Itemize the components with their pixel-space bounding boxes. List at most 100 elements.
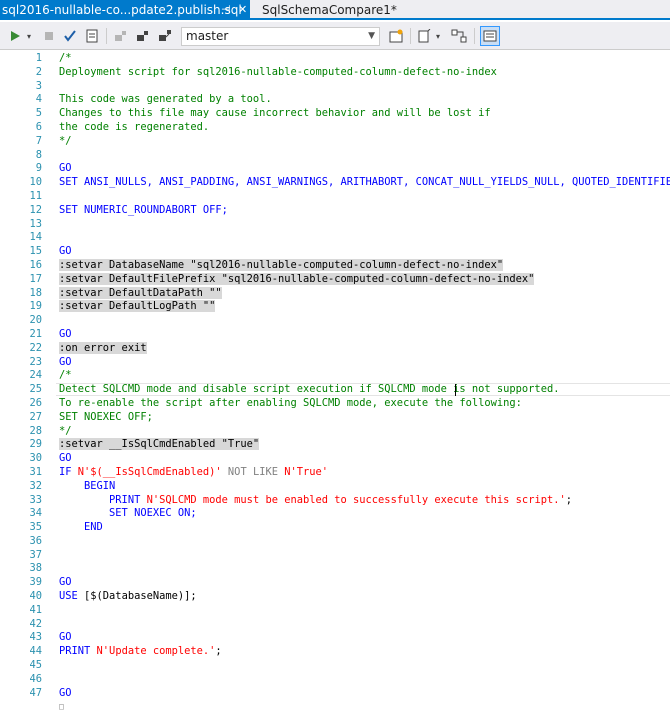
code-line[interactable]: 36 <box>0 535 670 549</box>
code-token: :setvar DatabaseName "sql2016-nullable-c… <box>59 258 504 271</box>
line-number: 30 <box>29 452 42 465</box>
toolbar-separator <box>106 28 107 44</box>
code-line[interactable]: 42 <box>0 618 670 632</box>
code-line[interactable]: 25 Detect SQLCMD mode and disable script … <box>0 383 670 397</box>
change-connection-icon[interactable] <box>157 26 173 46</box>
line-number: 10 <box>29 176 42 189</box>
code-token: Detect SQLCMD mode and disable script ex… <box>59 383 560 396</box>
code-editor[interactable]: 1 /* 2 Deployment script for sql2016-nullab… <box>0 50 670 711</box>
code-line[interactable]: 10 SET ANSI_NULLS, ANSI_PADDING, ANSI_WAR… <box>0 176 670 190</box>
code-line[interactable]: 21 GO <box>0 328 670 342</box>
line-text: SET NOEXEC OFF; <box>59 411 153 425</box>
results-icon[interactable] <box>388 26 404 46</box>
code-token: SET NOEXEC OFF; <box>59 410 153 423</box>
code-line[interactable]: 13 <box>0 218 670 232</box>
code-line[interactable]: 24 /* <box>0 369 670 383</box>
code-line[interactable]: 14 <box>0 231 670 245</box>
code-token: GO <box>59 162 72 175</box>
code-line[interactable]: 9 GO <box>0 162 670 176</box>
code-token: SET NUMERIC_ROUNDABORT OFF; <box>59 203 228 216</box>
code-token: [$(DatabaseName)]; <box>84 590 197 603</box>
line-number: 13 <box>29 217 42 230</box>
disconnect-icon[interactable] <box>113 26 129 46</box>
code-line[interactable]: 30 GO <box>0 452 670 466</box>
code-line[interactable]: 7 */ <box>0 135 670 149</box>
code-token: ; <box>215 645 222 658</box>
code-line[interactable]: 38 <box>0 562 670 576</box>
code-line[interactable]: 4 This code was generated by a tool. <box>0 93 670 107</box>
code-line[interactable]: 6 the code is regenerated. <box>0 121 670 135</box>
code-line[interactable]: 8 <box>0 149 670 163</box>
code-line[interactable]: 44 PRINT N'Update complete.'; <box>0 645 670 659</box>
code-token: GO <box>59 355 72 368</box>
code-line[interactable]: 28 */ <box>0 425 670 439</box>
line-number: 34 <box>29 507 42 520</box>
line-number: 16 <box>29 258 42 271</box>
code-line[interactable]: 20 <box>0 314 670 328</box>
line-text: BEGIN <box>59 480 115 494</box>
execute-icon[interactable] <box>8 26 22 46</box>
tab-schema-compare-label: SqlSchemaCompare1* <box>262 3 397 17</box>
code-line[interactable]: 5 Changes to this file may cause incorrec… <box>0 107 670 121</box>
code-line[interactable]: 34 SET NOEXEC ON; <box>0 507 670 521</box>
code-line[interactable]: 11 <box>0 190 670 204</box>
pin-icon[interactable]: ⊣ <box>221 0 231 20</box>
new-query-icon[interactable] <box>416 26 432 46</box>
code-line[interactable]: 17:setvar DefaultFilePrefix "sql2016-nul… <box>0 272 670 287</box>
database-dropdown[interactable]: master ▼ <box>181 27 380 46</box>
code-line[interactable]: 45 <box>0 659 670 673</box>
line-number: 31 <box>29 465 42 478</box>
line-text: Deployment script for sql2016-nullable-c… <box>59 66 497 80</box>
line-number: 1 <box>35 52 42 64</box>
code-line[interactable]: 39 GO <box>0 576 670 590</box>
line-text: :setvar DefaultLogPath "" <box>59 300 216 314</box>
code-line[interactable]: 3 <box>0 80 670 94</box>
code-line[interactable]: 41 <box>0 604 670 618</box>
code-line[interactable]: 43 GO <box>0 631 670 645</box>
code-line[interactable]: 15 GO <box>0 245 670 259</box>
code-line[interactable]: 40 USE [$(DatabaseName)]; <box>0 590 670 604</box>
code-token: PRINT <box>59 493 147 506</box>
line-text: */ <box>59 135 72 149</box>
code-line[interactable]: 46 <box>0 673 670 687</box>
code-line[interactable]: 18:setvar DefaultDataPath "" <box>0 286 670 301</box>
code-line[interactable]: 35 END <box>0 521 670 535</box>
code-line[interactable]: 32 BEGIN <box>0 480 670 494</box>
compare-icon[interactable] <box>450 26 468 46</box>
code-line[interactable]: 47 GO <box>0 687 670 701</box>
code-line[interactable]: 19:setvar DefaultLogPath "" <box>0 300 670 314</box>
check-icon[interactable] <box>62 26 78 46</box>
line-number: 37 <box>29 548 42 561</box>
sqlcmd-mode-icon[interactable] <box>480 26 500 46</box>
code-token: /* <box>59 369 72 382</box>
text-caret <box>455 384 456 396</box>
connect-icon[interactable] <box>135 26 151 46</box>
code-token: BEGIN <box>59 479 116 492</box>
code-line[interactable]: 27 SET NOEXEC OFF; <box>0 411 670 425</box>
code-line[interactable]: 2 Deployment script for sql2016-nullable-… <box>0 66 670 80</box>
tab-schema-compare[interactable]: SqlSchemaCompare1* <box>256 0 397 20</box>
line-number: 44 <box>29 645 42 658</box>
code-line[interactable]: 26 To re-enable the script after enabling… <box>0 397 670 411</box>
code-line[interactable]: 16 :setvar DatabaseName "sql2016-nullable… <box>0 258 670 273</box>
tab-publish-script-label: sql2016-nullable-co...pdate2.publish.sql <box>2 3 242 17</box>
code-line[interactable]: 1 /* <box>0 52 670 66</box>
line-number: 22 <box>29 341 42 354</box>
parse-icon[interactable] <box>84 26 100 46</box>
code-line[interactable]: 31 IF N'$(__IsSqlCmdEnabled)' NOT LIKE N'… <box>0 466 670 480</box>
stop-icon[interactable] <box>42 26 56 46</box>
tab-publish-script[interactable]: sql2016-nullable-co...pdate2.publish.sql… <box>0 0 250 20</box>
code-line[interactable]: 12 SET NUMERIC_ROUNDABORT OFF; <box>0 204 670 218</box>
code-line[interactable]: 29:setvar __IsSqlCmdEnabled "True" <box>0 438 670 452</box>
dropdown-arrow-icon[interactable]: ▾ <box>433 26 443 46</box>
code-line[interactable]: 22:on error exit <box>0 341 670 356</box>
code-line[interactable]: 23 GO <box>0 356 670 370</box>
line-text: Changes to this file may cause incorrect… <box>59 107 491 121</box>
dropdown-arrow-icon[interactable]: ▾ <box>24 26 34 46</box>
code-line[interactable]: 37 <box>0 549 670 563</box>
code-line[interactable]: 33 PRINT N'SQLCMD mode must be enabled t… <box>0 494 670 508</box>
line-text: END <box>59 521 103 535</box>
close-icon[interactable]: ✕ <box>238 0 247 20</box>
code-token: GO <box>59 576 72 589</box>
line-number: 12 <box>29 203 42 216</box>
